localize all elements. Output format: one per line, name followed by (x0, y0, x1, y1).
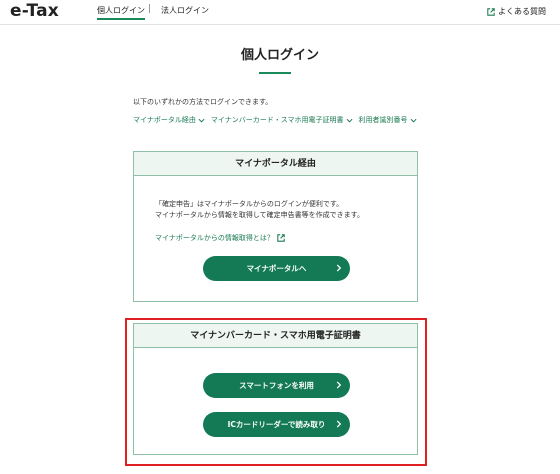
site-header: e-Tax 個人ログイン | 法人ログイン よくある質問 (0, 0, 560, 25)
external-link-icon (487, 7, 495, 16)
intro-text: 以下のいずれかの方法でログインできます。 (133, 98, 273, 106)
faq-link[interactable]: よくある質問 (487, 6, 546, 17)
chevron-down-icon (410, 118, 417, 123)
smartphone-login-button-label: スマートフォンを利用 (239, 381, 314, 390)
chevron-down-icon (198, 118, 205, 123)
anchor-mynaportal[interactable]: マイナポータル経由 (133, 115, 205, 125)
mynaportal-description-1: 「確定申告」はマイナポータルからのログインが便利です。 (155, 200, 344, 208)
mynaportal-card-title: マイナポータル経由 (134, 152, 417, 176)
ic-card-reader-button-label: ICカードリーダーで読み取り (227, 420, 326, 429)
mynaportal-card: マイナポータル経由 「確定申告」はマイナポータルからのログインが便利です。 マイ… (133, 151, 418, 302)
page-title: 個人ログイン (240, 48, 319, 63)
anchor-links: マイナポータル経由 マイナンバーカード・スマホ用電子証明書 利用者識別番号 (133, 115, 423, 125)
title-underline (259, 72, 291, 74)
mynaportal-button-label: マイナポータルへ (246, 264, 307, 273)
mynaportal-info-link-label: マイナポータルからの情報取得とは？ (155, 234, 274, 242)
tab-personal-login-label: 個人ログイン (97, 6, 145, 15)
chevron-down-icon (346, 118, 353, 123)
tab-corporate-login[interactable]: 法人ログイン (161, 5, 209, 16)
active-tab-indicator (97, 18, 145, 20)
anchor-user-id[interactable]: 利用者識別番号 (359, 115, 417, 125)
chevron-right-icon (336, 264, 342, 272)
tab-personal-login[interactable]: 個人ログイン (97, 5, 145, 20)
faq-label: よくある質問 (498, 7, 546, 16)
mynumber-card-section: マイナンバーカード・スマホ用電子証明書 スマートフォンを利用 ICカードリーダー… (133, 323, 418, 455)
nav-separator: | (148, 4, 152, 14)
anchor-user-id-label: 利用者識別番号 (358, 116, 408, 124)
anchor-mynaportal-label: マイナポータル経由 (133, 116, 196, 124)
chevron-right-icon (336, 420, 342, 428)
tab-corporate-login-label: 法人ログイン (161, 6, 209, 15)
etax-logo[interactable]: e-Tax (10, 1, 59, 21)
external-link-icon (277, 234, 285, 242)
mynaportal-description-2: マイナポータルから情報を取得して確定申告書等を作成できます。 (155, 211, 364, 219)
smartphone-login-button[interactable]: スマートフォンを利用 (203, 373, 350, 398)
anchor-mynumber-card-label: マイナンバーカード・スマホ用電子証明書 (210, 116, 344, 124)
mynumber-card-title: マイナンバーカード・スマホ用電子証明書 (134, 324, 417, 348)
chevron-right-icon (336, 381, 342, 389)
mynaportal-button[interactable]: マイナポータルへ (203, 256, 350, 281)
ic-card-reader-button[interactable]: ICカードリーダーで読み取り (203, 412, 350, 437)
anchor-mynumber-card[interactable]: マイナンバーカード・スマホ用電子証明書 (211, 115, 353, 125)
mynaportal-info-link[interactable]: マイナポータルからの情報取得とは？ (155, 233, 285, 243)
